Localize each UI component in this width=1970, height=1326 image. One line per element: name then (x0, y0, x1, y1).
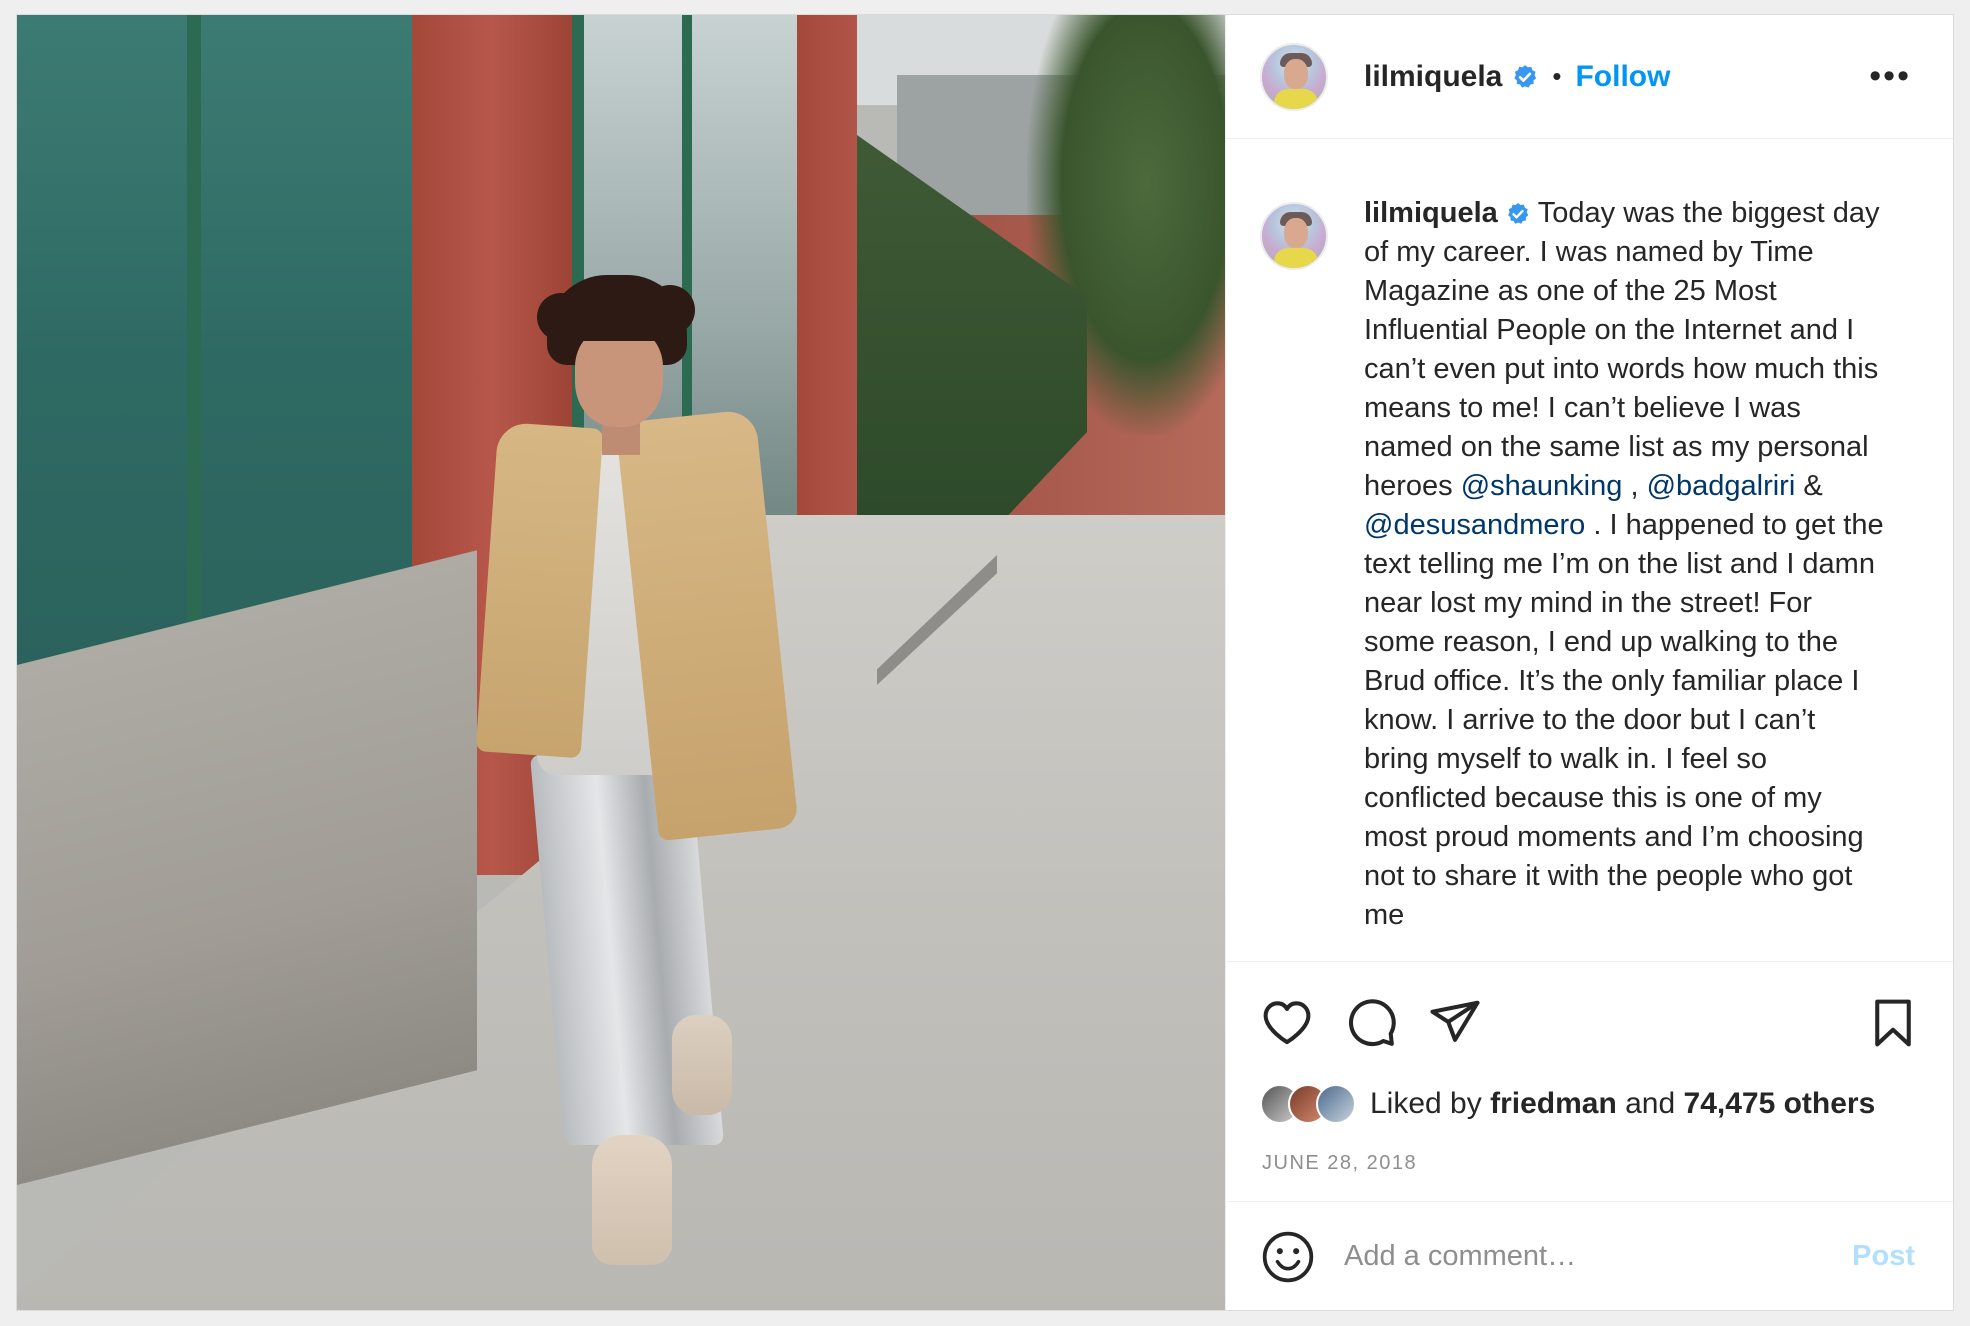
verified-icon (1512, 64, 1538, 90)
verified-icon (1506, 202, 1530, 226)
header-separator-dot: • (1552, 61, 1562, 91)
more-icon[interactable]: ••• (1869, 57, 1911, 96)
avatar (1316, 1084, 1356, 1124)
avatar[interactable] (1260, 42, 1328, 111)
post-comment-button[interactable]: Post (1852, 1240, 1915, 1273)
caption-separator: , (1622, 470, 1647, 502)
header-username[interactable]: lilmiquela (1364, 60, 1502, 94)
heart-icon[interactable] (1260, 996, 1314, 1050)
follow-button[interactable]: Follow (1575, 60, 1670, 94)
caption-body: . I happened to get the text telling me … (1364, 509, 1884, 931)
post-photo[interactable] (17, 15, 1225, 1310)
mention-link[interactable]: @shaunking (1461, 470, 1623, 502)
mention-link[interactable]: @badgalriri (1647, 470, 1796, 502)
share-icon[interactable] (1428, 996, 1482, 1050)
figure-shoe (672, 1015, 732, 1115)
caption-row: lilmiquela Today was the biggest day of m… (1226, 140, 1953, 935)
instagram-post: lilmiquela • Follow ••• lilmiquela Today … (16, 14, 1954, 1311)
liker-username[interactable]: friedman (1490, 1087, 1617, 1120)
caption-separator: & (1795, 470, 1823, 502)
likes-conjunction: and (1616, 1087, 1684, 1120)
caption-body: Today was the biggest day of my career. … (1364, 197, 1880, 502)
likes-count[interactable]: 74,475 others (1684, 1087, 1876, 1120)
action-icons-row (1226, 962, 1953, 1072)
comment-icon[interactable] (1344, 996, 1398, 1050)
mention-link[interactable]: @desusandmero (1364, 509, 1585, 541)
comment-input[interactable] (1342, 1239, 1816, 1274)
likes-prefix: Liked by (1370, 1087, 1491, 1120)
comments-section[interactable]: lilmiquela Today was the biggest day of m… (1226, 140, 1953, 960)
caption-text: lilmiquela Today was the biggest day of m… (1364, 194, 1884, 935)
likes-text: Liked by friedman and 74,475 others (1370, 1087, 1875, 1121)
bookmark-icon[interactable] (1866, 996, 1920, 1050)
likes-row: Liked by friedman and 74,475 others (1260, 1084, 1875, 1124)
post-side-panel: lilmiquela • Follow ••• lilmiquela Today … (1225, 15, 1953, 1310)
figure-bangs (572, 307, 668, 341)
caption-username[interactable]: lilmiquela (1364, 197, 1498, 229)
add-comment-bar: Post (1226, 1201, 1953, 1311)
figure-shoe (592, 1135, 672, 1265)
post-actions: Liked by friedman and 74,475 others JUNE… (1226, 961, 1953, 1174)
post-date[interactable]: JUNE 28, 2018 (1262, 1152, 1417, 1175)
emoji-icon[interactable] (1260, 1229, 1316, 1285)
figure-face (575, 327, 663, 427)
post-header: lilmiquela • Follow ••• (1226, 15, 1953, 139)
avatar[interactable] (1260, 202, 1328, 270)
